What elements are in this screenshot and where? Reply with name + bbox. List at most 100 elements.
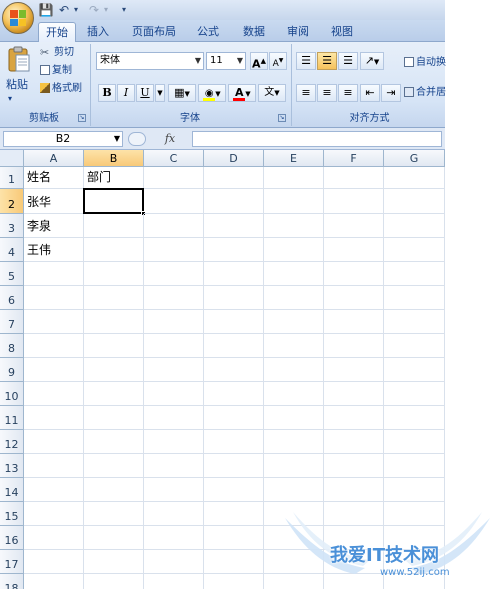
cell-e11[interactable] xyxy=(264,406,324,430)
cell-a4[interactable]: 王伟 xyxy=(24,238,84,262)
office-button[interactable] xyxy=(2,2,34,34)
cell-c10[interactable] xyxy=(144,382,204,406)
cell-a5[interactable] xyxy=(24,262,84,286)
cell-c1[interactable] xyxy=(144,167,204,189)
row-header-10[interactable]: 10 xyxy=(0,382,24,406)
cell-d14[interactable] xyxy=(204,478,264,502)
cell-f12[interactable] xyxy=(324,430,384,454)
cell-a15[interactable] xyxy=(24,502,84,526)
cell-a13[interactable] xyxy=(24,454,84,478)
row-header-2[interactable]: 2 xyxy=(0,189,24,214)
cell-a14[interactable] xyxy=(24,478,84,502)
cell-c15[interactable] xyxy=(144,502,204,526)
cell-b1[interactable]: 部门 xyxy=(84,167,144,189)
cell-a8[interactable] xyxy=(24,334,84,358)
cell-d8[interactable] xyxy=(204,334,264,358)
cell-c5[interactable] xyxy=(144,262,204,286)
cell-g2[interactable] xyxy=(384,189,445,214)
cell-f10[interactable] xyxy=(324,382,384,406)
cell-g4[interactable] xyxy=(384,238,445,262)
cell-b9[interactable] xyxy=(84,358,144,382)
cell-e2[interactable] xyxy=(264,189,324,214)
cell-a9[interactable] xyxy=(24,358,84,382)
row-header-16[interactable]: 16 xyxy=(0,526,24,550)
font-color-button[interactable]: A ▼ xyxy=(228,84,256,102)
cell-b18[interactable] xyxy=(84,574,144,589)
cell-e5[interactable] xyxy=(264,262,324,286)
formula-input[interactable] xyxy=(192,131,442,147)
undo-dropdown-icon[interactable]: ▾ xyxy=(68,2,84,18)
cell-d9[interactable] xyxy=(204,358,264,382)
underline-button[interactable]: U xyxy=(136,84,154,102)
clipboard-launcher-icon[interactable]: ↘ xyxy=(78,114,86,122)
cell-e9[interactable] xyxy=(264,358,324,382)
cell-d17[interactable] xyxy=(204,550,264,574)
cell-b16[interactable] xyxy=(84,526,144,550)
cell-d16[interactable] xyxy=(204,526,264,550)
cell-b13[interactable] xyxy=(84,454,144,478)
redo-dropdown-icon[interactable]: ▾ xyxy=(98,2,114,18)
cell-d5[interactable] xyxy=(204,262,264,286)
row-header-4[interactable]: 4 xyxy=(0,238,24,262)
cell-e6[interactable] xyxy=(264,286,324,310)
row-header-11[interactable]: 11 xyxy=(0,406,24,430)
cell-b5[interactable] xyxy=(84,262,144,286)
cell-f14[interactable] xyxy=(324,478,384,502)
cell-b6[interactable] xyxy=(84,286,144,310)
cell-b10[interactable] xyxy=(84,382,144,406)
cell-b17[interactable] xyxy=(84,550,144,574)
cell-c17[interactable] xyxy=(144,550,204,574)
cell-f2[interactable] xyxy=(324,189,384,214)
cell-f9[interactable] xyxy=(324,358,384,382)
cell-c8[interactable] xyxy=(144,334,204,358)
row-header-1[interactable]: 1 xyxy=(0,167,24,189)
cell-g12[interactable] xyxy=(384,430,445,454)
tab-view[interactable]: 视图 xyxy=(324,22,360,42)
cell-a3[interactable]: 李泉 xyxy=(24,214,84,238)
cell-f8[interactable] xyxy=(324,334,384,358)
row-header-13[interactable]: 13 xyxy=(0,454,24,478)
copy-button[interactable]: 复制 xyxy=(40,64,72,78)
cell-e4[interactable] xyxy=(264,238,324,262)
cell-d6[interactable] xyxy=(204,286,264,310)
format-painter-button[interactable]: 格式刷 xyxy=(40,82,82,96)
cell-c7[interactable] xyxy=(144,310,204,334)
cell-c11[interactable] xyxy=(144,406,204,430)
select-all-corner[interactable] xyxy=(0,150,24,167)
paste-icon[interactable] xyxy=(6,46,32,74)
tab-data[interactable]: 数据 xyxy=(236,22,272,42)
cell-a17[interactable] xyxy=(24,550,84,574)
cell-d4[interactable] xyxy=(204,238,264,262)
merge-center-button[interactable]: 合并居 xyxy=(404,86,446,100)
cell-d7[interactable] xyxy=(204,310,264,334)
borders-button[interactable]: ▦▼ xyxy=(168,84,196,102)
cell-f6[interactable] xyxy=(324,286,384,310)
cell-d18[interactable] xyxy=(204,574,264,589)
cell-a18[interactable] xyxy=(24,574,84,589)
cell-g14[interactable] xyxy=(384,478,445,502)
font-size-select[interactable]: 11 ▼ xyxy=(206,52,246,70)
cell-g7[interactable] xyxy=(384,310,445,334)
insert-function-button[interactable]: fx xyxy=(150,131,190,147)
cell-c12[interactable] xyxy=(144,430,204,454)
cell-c18[interactable] xyxy=(144,574,204,589)
align-bottom-button[interactable]: ☰ xyxy=(338,52,358,70)
cell-e1[interactable] xyxy=(264,167,324,189)
cell-a7[interactable] xyxy=(24,310,84,334)
row-header-5[interactable]: 5 xyxy=(0,262,24,286)
row-header-9[interactable]: 9 xyxy=(0,358,24,382)
cell-f11[interactable] xyxy=(324,406,384,430)
row-header-14[interactable]: 14 xyxy=(0,478,24,502)
cell-d3[interactable] xyxy=(204,214,264,238)
decrease-indent-button[interactable]: ⇤ xyxy=(360,84,380,102)
column-header-g[interactable]: G xyxy=(384,150,445,167)
row-header-15[interactable]: 15 xyxy=(0,502,24,526)
cell-e7[interactable] xyxy=(264,310,324,334)
cell-e12[interactable] xyxy=(264,430,324,454)
tab-formulas[interactable]: 公式 xyxy=(190,22,226,42)
underline-dropdown-icon[interactable]: ▼ xyxy=(155,84,165,102)
align-top-button[interactable]: ☰ xyxy=(296,52,316,70)
cut-button[interactable]: ✂ 剪切 xyxy=(40,46,74,60)
cell-d12[interactable] xyxy=(204,430,264,454)
cell-c13[interactable] xyxy=(144,454,204,478)
